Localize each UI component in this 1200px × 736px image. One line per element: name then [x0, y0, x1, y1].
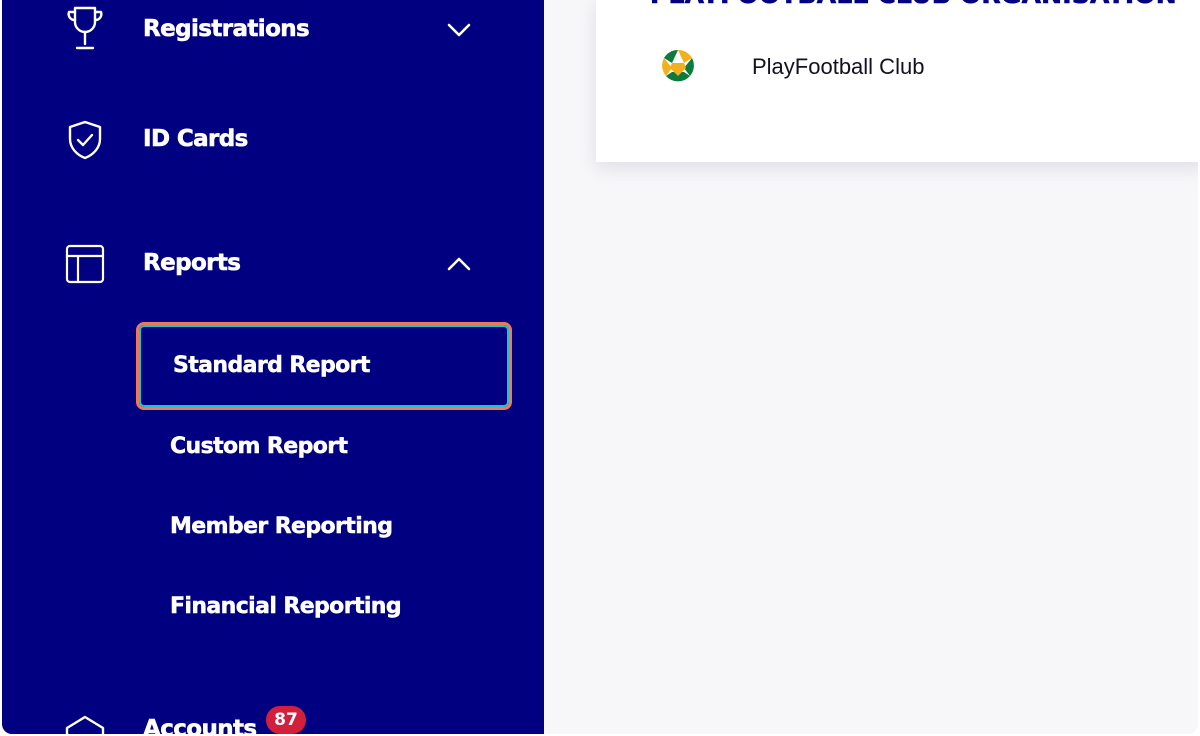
football-logo-icon — [658, 46, 698, 86]
organisation-heading: PLAYFOOTBALL CLUB ORGANISATION — [650, 0, 1177, 9]
sidebar-item-label: Accounts — [143, 716, 258, 734]
club-row[interactable]: PlayFootball Club — [658, 46, 1158, 86]
sidebar-item-registrations[interactable]: Registrations — [2, 0, 544, 60]
sidebar-item-label: Reports — [143, 250, 242, 277]
organisation-card: PLAYFOOTBALL CLUB ORGANISATION PlayFootb… — [596, 0, 1198, 162]
chevron-down-icon[interactable] — [442, 13, 476, 47]
sidebar-item-reports[interactable]: Reports — [2, 234, 544, 294]
sidebar-item-label: ID Cards — [143, 126, 249, 153]
shield-check-icon — [60, 115, 110, 165]
submenu-item-financial-reporting[interactable]: Financial Reporting — [136, 564, 512, 652]
sidebar: Registrations ID Cards Reports Standard … — [2, 0, 544, 734]
submenu-item-custom-report[interactable]: Custom Report — [136, 404, 512, 492]
accounts-icon — [60, 710, 110, 734]
trophy-icon — [60, 4, 110, 54]
submenu-item-label: Standard Report — [173, 353, 371, 379]
submenu-item-label: Financial Reporting — [170, 594, 402, 620]
submenu-item-label: Member Reporting — [170, 514, 393, 540]
club-name: PlayFootball Club — [752, 54, 925, 79]
chevron-up-icon[interactable] — [442, 247, 476, 281]
layout-icon — [60, 239, 110, 289]
submenu-item-label: Custom Report — [170, 434, 349, 460]
submenu-item-standard-report[interactable]: Standard Report — [136, 322, 512, 410]
sidebar-item-id-cards[interactable]: ID Cards — [2, 110, 544, 170]
submenu-item-member-reporting[interactable]: Member Reporting — [136, 484, 512, 572]
notification-badge: 87 — [264, 704, 308, 734]
sidebar-item-label: Registrations — [143, 16, 310, 43]
app-window: Registrations ID Cards Reports Standard … — [2, 0, 1198, 734]
